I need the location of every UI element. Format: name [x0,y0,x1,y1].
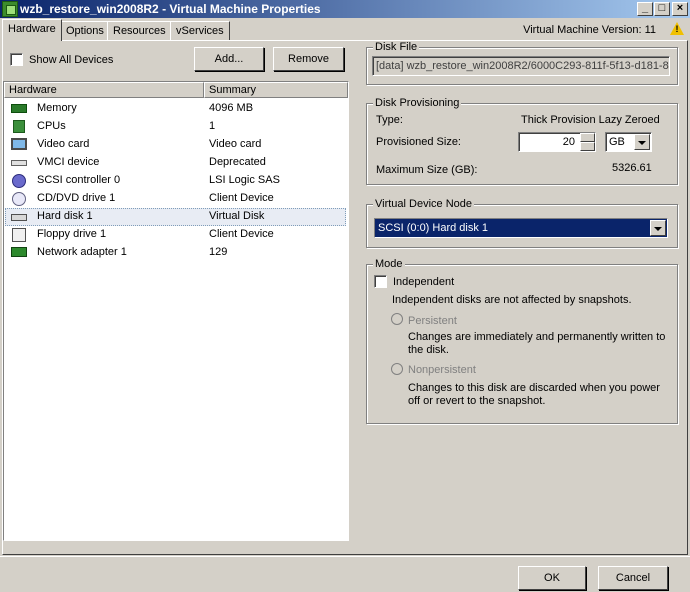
disk-provisioning-label: Disk Provisioning [373,97,462,109]
hardware-row-floppy-drive[interactable]: Floppy drive 1 Client Device [5,226,346,244]
nonpersistent-description-line1: Changes to this disk are discarded when … [408,382,660,394]
nonpersistent-radio[interactable] [391,363,403,375]
memory-icon [11,104,27,113]
hardware-row-video-card[interactable]: Video card Video card [5,136,346,154]
tab-options[interactable]: Options [60,21,110,40]
chevron-down-icon[interactable] [634,134,650,150]
column-header-hardware[interactable]: Hardware [4,82,204,98]
remove-button[interactable]: Remove [273,47,344,71]
footer-divider [0,556,690,557]
spinner-down-button[interactable] [580,142,595,151]
persistent-description-line2: the disk. [408,344,449,356]
hardware-row-memory[interactable]: Memory 4096 MB [5,100,346,118]
tab-hardware[interactable]: Hardware [2,19,62,41]
provisioned-size-label: Provisioned Size: [376,136,461,148]
monitor-icon [11,138,27,150]
show-all-devices-checkbox[interactable] [10,53,23,66]
maximize-button[interactable]: □ [654,2,670,16]
hardware-row-scsi-controller[interactable]: SCSI controller 0 LSI Logic SAS [5,172,346,190]
hardware-row-network-adapter[interactable]: Network adapter 1 129 [5,244,346,262]
spinner-up-button[interactable] [580,133,595,142]
nonpersistent-label: Nonpersistent [408,364,476,376]
type-label: Type: [376,114,403,126]
add-button[interactable]: Add... [194,47,264,71]
close-button[interactable]: × [672,2,688,16]
disk-file-label: Disk File [373,41,420,53]
harddisk-icon [11,214,27,221]
max-size-value: 5326.61 [612,162,652,174]
scsi-icon [12,174,26,188]
virtual-device-node-label: Virtual Device Node [373,198,475,210]
mode-label: Mode [373,258,405,270]
chevron-down-icon[interactable] [650,220,666,236]
max-size-label: Maximum Size (GB): [376,164,478,176]
cpu-icon [13,120,25,133]
cancel-button[interactable]: Cancel [598,566,668,590]
tab-vservices[interactable]: vServices [170,21,230,40]
persistent-label: Persistent [408,315,457,327]
hardware-row-hard-disk[interactable]: Hard disk 1 Virtual Disk [5,208,346,226]
show-all-devices-label: Show All Devices [29,54,114,66]
independent-label: Independent [393,276,455,288]
hardware-row-cd-dvd-drive[interactable]: CD/DVD drive 1 Client Device [5,190,346,208]
independent-checkbox[interactable] [374,275,387,288]
cd-icon [12,192,26,206]
floppy-icon [12,228,26,242]
vm-version-label: Virtual Machine Version: 11 [523,24,656,36]
virtual-device-node-select[interactable]: SCSI (0:0) Hard disk 1 [374,218,668,238]
nonpersistent-description-line2: off or revert to the snapshot. [408,395,546,407]
title-bar: wzb_restore_win2008R2 - Virtual Machine … [0,0,690,18]
vmci-icon [11,160,27,166]
vm-app-icon [2,1,18,17]
persistent-radio[interactable] [391,313,403,325]
hardware-row-cpus[interactable]: CPUs 1 [5,118,346,136]
size-unit-select[interactable]: GB [605,132,652,152]
hardware-list[interactable]: Hardware Summary Memory 4096 MB CPUs 1 V… [3,81,349,541]
type-value: Thick Provision Lazy Zeroed [521,114,660,126]
persistent-description-line1: Changes are immediately and permanently … [408,331,666,343]
network-icon [11,247,27,257]
ok-button[interactable]: OK [518,566,586,590]
column-header-summary[interactable]: Summary [204,82,348,98]
tab-resources[interactable]: Resources [107,21,172,40]
disk-file-field[interactable]: [data] wzb_restore_win2008R2/6000C293-81… [372,56,670,76]
minimize-button[interactable]: _ [637,2,653,16]
window-title: wzb_restore_win2008R2 - Virtual Machine … [20,2,321,16]
independent-description: Independent disks are not affected by sn… [392,294,632,306]
hardware-row-vmci-device[interactable]: VMCI device Deprecated [5,154,346,172]
